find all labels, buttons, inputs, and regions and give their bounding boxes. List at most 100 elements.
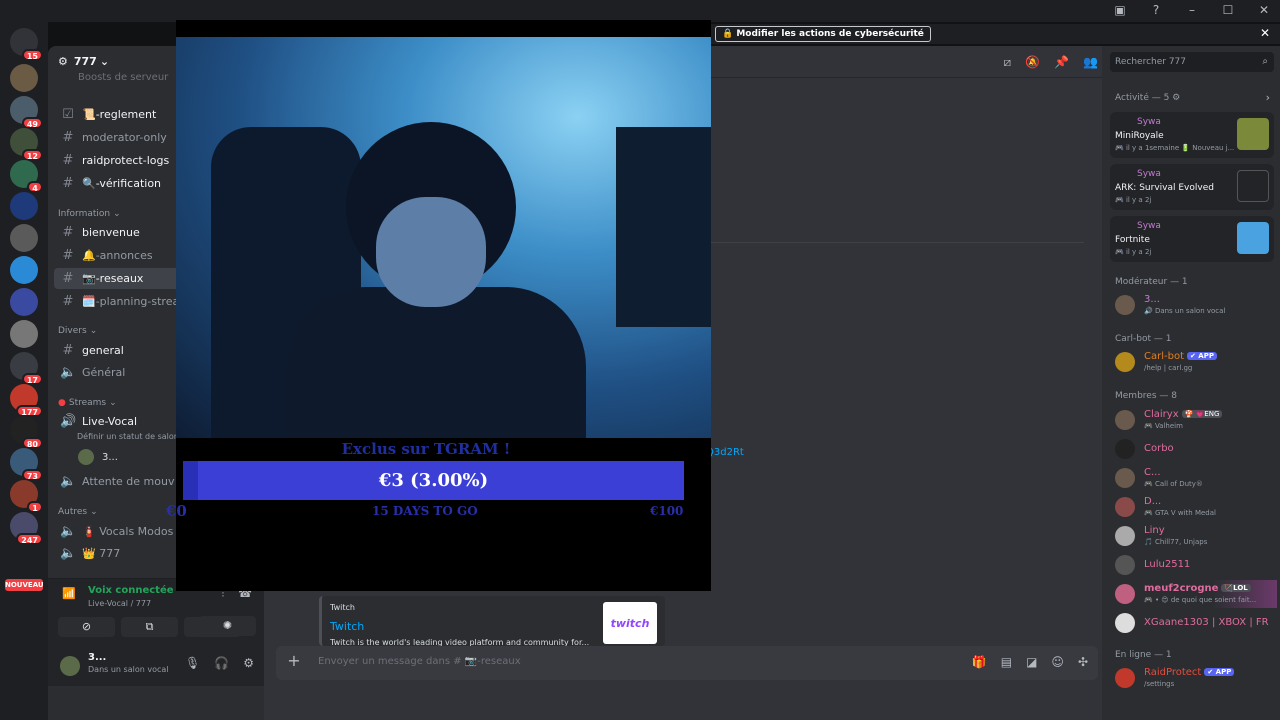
threads-icon[interactable]: ⧄ — [1004, 55, 1012, 70]
screen-share-button[interactable]: ⧉ — [121, 617, 178, 637]
member-list-icon[interactable]: 👥 — [1083, 55, 1098, 70]
voice-user[interactable]: 3... — [78, 449, 118, 465]
camera-off-button[interactable]: ⊘ — [58, 617, 115, 637]
sticker-icon[interactable]: ◪ — [1026, 655, 1037, 669]
category-label: Divers — [58, 326, 87, 336]
microphone-icon[interactable]: 🎙 — [185, 656, 200, 670]
apps-icon[interactable]: ✣ — [1078, 655, 1088, 669]
message-divider — [710, 242, 1084, 243]
inbox-icon[interactable]: ▣ — [1112, 2, 1128, 18]
server-icon[interactable]: 73 — [10, 448, 43, 481]
server-icon[interactable]: 177 — [10, 384, 43, 417]
activity-card[interactable]: Sywa Fortnite 🎮 il y a 2j — [1110, 216, 1274, 262]
stream-popout[interactable]: Exclus sur TGRAM ! €3 (3.00%) €0 15 DAYS… — [166, 20, 711, 591]
activity-header[interactable]: Activité — 5 ⚙ — [1115, 93, 1180, 103]
member-row[interactable]: Lulu2511 — [1115, 551, 1277, 579]
user-settings-icon[interactable]: ⚙ — [243, 656, 254, 670]
member-row[interactable]: XGaane1303 | XBOX | FR — [1115, 609, 1277, 637]
voice-status-title[interactable]: Voix connectée — [88, 585, 174, 596]
game-thumbnail — [1237, 170, 1269, 202]
notifications-muted-icon[interactable]: 🔕 — [1025, 55, 1040, 70]
category-information[interactable]: Information ⌄ — [58, 209, 121, 219]
member-row[interactable]: RaidProtect ✔ APP /settings — [1115, 664, 1277, 692]
category-autres[interactable]: Autres ⌄ — [58, 507, 98, 517]
add-attachment-icon[interactable]: + — [286, 653, 302, 669]
voice-user-name: 3... — [102, 451, 118, 463]
otb-server-icon[interactable] — [10, 224, 38, 252]
server-icon[interactable] — [10, 256, 38, 284]
message-composer[interactable]: + Envoyer un message dans # 📷-reseaux 🎁 … — [276, 646, 1098, 680]
minimize-icon[interactable]: – — [1184, 2, 1200, 18]
close-window-icon[interactable]: ✕ — [1256, 2, 1272, 18]
direct-messages-icon[interactable]: 15 — [10, 28, 43, 61]
member-row[interactable]: Clairyx 🍄 💗ENG 🎮 Valheim — [1115, 406, 1277, 434]
member-row[interactable]: C... 🎮 Call of Duty® — [1115, 464, 1277, 492]
server-icon[interactable]: 80 — [10, 416, 43, 449]
headphones-icon[interactable]: 🎧 — [214, 656, 229, 670]
user-name[interactable]: 3... — [88, 652, 106, 663]
close-banner-icon[interactable]: ✕ — [1260, 26, 1270, 40]
avatar — [1115, 439, 1135, 459]
avatar — [1115, 613, 1135, 633]
member-row[interactable]: Liny 🎵 Chill77, Unjaps — [1115, 522, 1277, 550]
channel-status-prompt[interactable]: Définir un statut de salon — [77, 432, 179, 441]
server-icon[interactable] — [10, 320, 38, 348]
emoji-icon[interactable]: ☺ — [1051, 655, 1064, 669]
server-icon[interactable]: 17 — [10, 352, 43, 385]
text-channel-icon: # — [62, 176, 74, 191]
twitch-logo[interactable]: twitch — [603, 602, 657, 644]
embed-title[interactable]: Twitch — [330, 620, 364, 633]
search-input[interactable]: Rechercher 777 ⌕ — [1110, 52, 1274, 72]
help-icon[interactable]: ? — [1148, 2, 1164, 18]
goal-progress-bar: €3 (3.00%) — [183, 461, 684, 500]
chevron-right-icon[interactable]: › — [1266, 91, 1270, 104]
composer-placeholder[interactable]: Envoyer un message dans # 📷-reseaux — [318, 656, 521, 667]
twitch-logo-text: twitch — [610, 616, 650, 630]
server-icon[interactable]: 4 — [10, 160, 43, 193]
channel-label: general — [82, 344, 124, 357]
member-row[interactable]: 3... 🔊 Dans un salon vocal — [1115, 291, 1277, 319]
title-bar: ▣ ? – ☐ ✕ — [0, 0, 1280, 22]
server-icon[interactable]: 17 — [10, 288, 38, 316]
goal-min: €0 — [166, 502, 187, 520]
channel-label: 📜-reglement — [82, 108, 157, 121]
member-row[interactable]: meuf2crogne 🏹LOL 🎮 • 😍 de quoi que soient … — [1115, 580, 1277, 608]
category-label: Information — [58, 209, 111, 219]
server-rail: 15 49 12 4 17 17 177 80 73 1 247 NOUVEAU — [0, 22, 48, 720]
channel-label: 🔍-vérification — [82, 177, 162, 190]
server-boosts[interactable]: Boosts de serveur — [78, 72, 168, 83]
soundboard-button[interactable]: ✺ — [199, 616, 256, 636]
server-icon[interactable]: 12 — [10, 128, 43, 161]
activity-game: ARK: Survival Evolved — [1115, 183, 1214, 193]
gif-icon[interactable]: ▤ — [1001, 655, 1012, 669]
server-icon[interactable] — [10, 64, 38, 92]
embed-description: Twitch is the world's leading video plat… — [330, 638, 590, 646]
voice-channel-path[interactable]: Live-Vocal / 777 — [88, 599, 151, 608]
activity-card[interactable]: Sywa ARK: Survival Evolved 🎮 il y a 2j — [1110, 164, 1274, 210]
activity-card[interactable]: Sywa MiniRoyale 🎮 il y a 1semaine 🔋 Nouv… — [1110, 112, 1274, 158]
member-row[interactable]: Corbo — [1115, 435, 1277, 463]
member-row[interactable]: Carl-bot ✔ APP /help | carl.gg — [1115, 348, 1277, 376]
embed-provider[interactable]: Twitch — [330, 603, 355, 612]
activity-user: Sywa — [1137, 221, 1161, 231]
message-link[interactable]: Q3d2Rt — [706, 447, 744, 458]
avatar[interactable] — [60, 656, 80, 676]
speaker-icon: 🔈 — [60, 546, 77, 561]
server-icon[interactable]: 1 — [10, 480, 43, 513]
member-status: 🎮 Call of Duty® — [1144, 480, 1203, 488]
member-tag: 🏹LOL — [1221, 584, 1251, 592]
maximize-icon[interactable]: ☐ — [1220, 2, 1236, 18]
fortnite-server-icon[interactable] — [10, 192, 38, 220]
gift-icon[interactable]: 🎁 — [972, 655, 987, 669]
member-row[interactable]: D... 🎮 GTA V with Medal — [1115, 493, 1277, 521]
member-name: Carl-bot — [1144, 351, 1184, 362]
category-streams[interactable]: ● Streams ⌄ — [58, 398, 117, 408]
channel-label: raidprotect-logs — [82, 154, 170, 167]
server-icon[interactable]: 247 — [10, 512, 43, 545]
pinned-messages-icon[interactable]: 📌 — [1054, 55, 1069, 70]
category-divers[interactable]: Divers ⌄ — [58, 326, 97, 336]
server-icon[interactable]: 49 — [10, 96, 43, 129]
signal-icon[interactable]: 📶 — [60, 587, 78, 605]
text-channel-icon: # — [62, 130, 74, 145]
cybersecurity-actions-button[interactable]: 🔒 Modifier les actions de cybersécurité — [715, 26, 931, 42]
